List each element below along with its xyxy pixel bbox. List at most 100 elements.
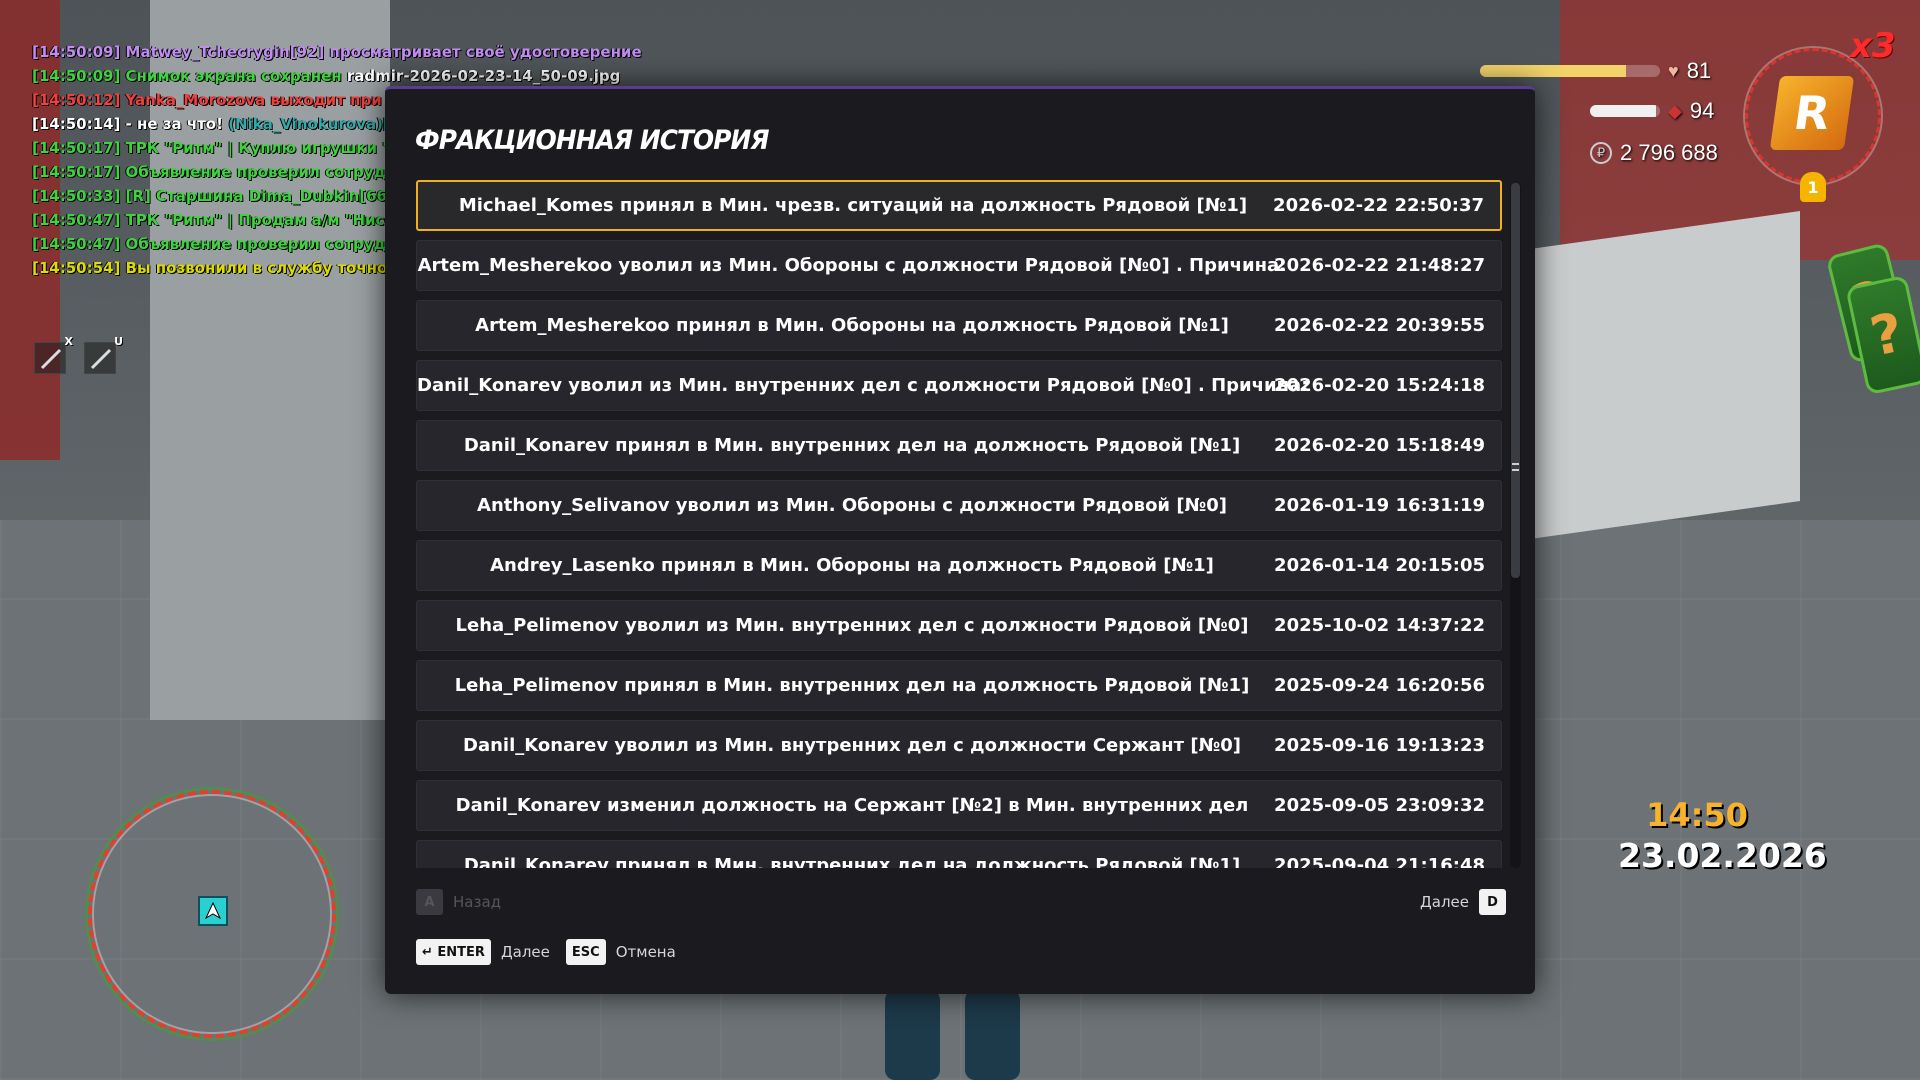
chat-line: [14:50:09] Matwey_Tchecrygin[92] просмат…	[32, 40, 642, 64]
chat-segment: [14:50:17] Объявление проверил сотрудн	[32, 163, 397, 181]
history-row-text: Danil_Konarev уволил из Мин. внутренних …	[417, 375, 1309, 396]
money-value: 2 796 688	[1620, 140, 1718, 165]
prev-label: Назад	[453, 893, 502, 911]
chat-segment: [14:50:12] Yanka_Morozova выходит при ар	[32, 91, 408, 109]
money-stat: ₽ 2 796 688	[1590, 140, 1718, 166]
history-row-text: Leha_Pelimenov уволил из Мин. внутренних…	[455, 615, 1249, 636]
history-row[interactable]: Michael_Komes принял в Мин. чрезв. ситуа…	[416, 180, 1502, 231]
history-row-date: 2025-09-24 16:20:56	[1274, 675, 1485, 696]
history-row-date: 2026-02-20 15:24:18	[1274, 375, 1485, 396]
chat-segment: [14:50:09] Снимок экрана сохранен	[32, 67, 347, 85]
ruble-icon: ₽	[1590, 142, 1612, 164]
clock-time: 14:50	[1646, 796, 1748, 834]
heart-icon: ♥	[1668, 60, 1679, 81]
scroll-grip-icon	[1512, 463, 1519, 471]
health-value: 81	[1686, 58, 1712, 83]
history-row-text: Artem_Mesherekoo принял в Мин. Обороны н…	[475, 315, 1229, 336]
health-stat: ♥ 81	[1480, 58, 1711, 84]
history-row-date: 2026-02-22 20:39:55	[1274, 315, 1485, 336]
history-row-date: 2026-01-14 20:15:05	[1274, 555, 1485, 576]
history-row-date: 2025-09-04 21:16:48	[1274, 855, 1485, 868]
health-bar-fill	[1480, 65, 1626, 77]
history-row-text: Michael_Komes принял в Мин. чрезв. ситуа…	[458, 195, 1248, 216]
prev-page-button[interactable]: A Назад	[416, 889, 501, 915]
faction-history-dialog: ФРАКЦИОННАЯ ИСТОРИЯ Michael_Komes принял…	[385, 86, 1535, 994]
history-row[interactable]: Leha_Pelimenov уволил из Мин. внутренних…	[416, 600, 1502, 651]
history-list[interactable]: Michael_Komes принял в Мин. чрезв. ситуа…	[416, 180, 1506, 868]
weapon-key-label: X	[64, 335, 73, 348]
armor-bar-fill	[1590, 105, 1656, 117]
question-mark-icon: ?	[1865, 300, 1909, 369]
history-row-text: Andrey_Lasenko принял в Мин. Обороны на …	[490, 555, 1214, 576]
esc-label: Отмена	[615, 943, 676, 961]
history-row-date: 2026-02-22 21:48:27	[1274, 255, 1485, 276]
question-card[interactable]: ?	[1845, 274, 1920, 396]
armor-stat: ◆ 94	[1590, 98, 1714, 124]
counter-background	[1530, 211, 1800, 539]
history-row[interactable]: Danil_Konarev принял в Мин. внутренних д…	[416, 840, 1502, 868]
history-row[interactable]: Artem_Mesherekoo принял в Мин. Обороны н…	[416, 300, 1502, 351]
history-row[interactable]: Anthony_Selivanov уволил из Мин. Обороны…	[416, 480, 1502, 531]
history-row[interactable]: Leha_Pelimenov принял в Мин. внутренних …	[416, 660, 1502, 711]
knife-icon	[90, 348, 112, 370]
history-row[interactable]: Danil_Konarev уволил из Мин. внутренних …	[416, 720, 1502, 771]
history-row-date: 2025-09-05 23:09:32	[1274, 795, 1485, 816]
weapon-slot[interactable]: X	[34, 335, 73, 374]
game-clock: 14:50 23.02.2026	[1618, 796, 1827, 875]
enter-label: Далее	[500, 943, 550, 961]
history-row-date: 2026-02-20 15:18:49	[1274, 435, 1485, 456]
history-row-date: 2026-01-19 16:31:19	[1274, 495, 1485, 516]
chat-segment: [14:50:54] Вы позвонили в службу точного	[32, 259, 406, 277]
history-row-text: Anthony_Selivanov уволил из Мин. Обороны…	[477, 495, 1227, 516]
weapon-slot[interactable]: U	[84, 335, 123, 374]
knife-icon	[40, 348, 62, 370]
next-key: D	[1479, 889, 1506, 915]
dialog-title: ФРАКЦИОННАЯ ИСТОРИЯ	[415, 125, 770, 156]
bell-count: 1	[1807, 178, 1819, 197]
chat-segment: [14:50:47] ТРК "Ритм" | Продам а/м "Нисс…	[32, 211, 414, 229]
chat-segment: [14:50:14] - не за что!	[32, 115, 229, 133]
logo-letter: R	[1790, 86, 1834, 140]
next-label: Далее	[1420, 893, 1469, 911]
chat-segment: radmir-2026-02-23-14_50-09.jpg	[346, 67, 621, 85]
chat-segment: [14:50:09] Matwey_Tchecrygin[92] просмат…	[32, 43, 642, 61]
character-leg	[885, 990, 940, 1080]
multiplier-badge: x3	[1850, 26, 1896, 66]
history-row[interactable]: Andrey_Lasenko принял в Мин. Обороны на …	[416, 540, 1502, 591]
weapon-key-label: U	[114, 335, 123, 348]
armor-value: 94	[1689, 98, 1715, 123]
player-marker-icon	[198, 896, 228, 926]
clock-date: 23.02.2026	[1618, 836, 1827, 875]
history-row[interactable]: Artem_Mesherekoo уволил из Мин. Обороны …	[416, 240, 1502, 291]
armor-bar	[1590, 105, 1660, 117]
health-bar	[1480, 65, 1660, 77]
history-row-text: Danil_Konarev принял в Мин. внутренних д…	[463, 855, 1241, 868]
scrollbar[interactable]	[1510, 183, 1521, 868]
action-hints: ↵ ENTER Далее ESC Отмена	[416, 939, 676, 965]
history-row-date: 2025-10-02 14:37:22	[1274, 615, 1485, 636]
chat-line: [14:50:09] Снимок экрана сохранен radmir…	[32, 64, 642, 88]
history-row-text: Danil_Konarev принял в Мин. внутренних д…	[463, 435, 1241, 456]
history-row[interactable]: Danil_Konarev уволил из Мин. внутренних …	[416, 360, 1502, 411]
history-row-text: Danil_Konarev изменил должность на Сержа…	[455, 795, 1249, 816]
weapon-slots: X U	[34, 335, 123, 374]
history-row-text: Artem_Mesherekoo уволил из Мин. Обороны …	[417, 255, 1287, 276]
scroll-thumb[interactable]	[1511, 183, 1520, 578]
history-row-text: Danil_Konarev уволил из Мин. внутренних …	[463, 735, 1241, 756]
history-row-date: 2025-09-16 19:13:23	[1274, 735, 1485, 756]
history-row-date: 2026-02-22 22:50:37	[1273, 195, 1484, 216]
history-row-text: Leha_Pelimenov принял в Мин. внутренних …	[454, 675, 1250, 696]
history-row[interactable]: Danil_Konarev изменил должность на Сержа…	[416, 780, 1502, 831]
pagination: A Назад Далее D	[416, 889, 1506, 919]
food-icon: ◆	[1668, 100, 1682, 121]
history-row[interactable]: Danil_Konarev принял в Мин. внутренних д…	[416, 420, 1502, 471]
bell-icon: 1	[1800, 172, 1826, 202]
character-leg	[965, 990, 1020, 1080]
prev-key: A	[416, 889, 443, 915]
chat-segment: [14:50:17] ТРК "Ритм" | Куплю игрушки "К…	[32, 139, 413, 157]
enter-key[interactable]: ↵ ENTER	[416, 939, 491, 965]
next-page-button[interactable]: Далее D	[1420, 889, 1506, 915]
esc-key[interactable]: ESC	[565, 939, 606, 965]
chat-segment: [14:50:47] Объявление проверил сотрудни	[32, 235, 407, 253]
server-logo: R	[1769, 76, 1855, 150]
